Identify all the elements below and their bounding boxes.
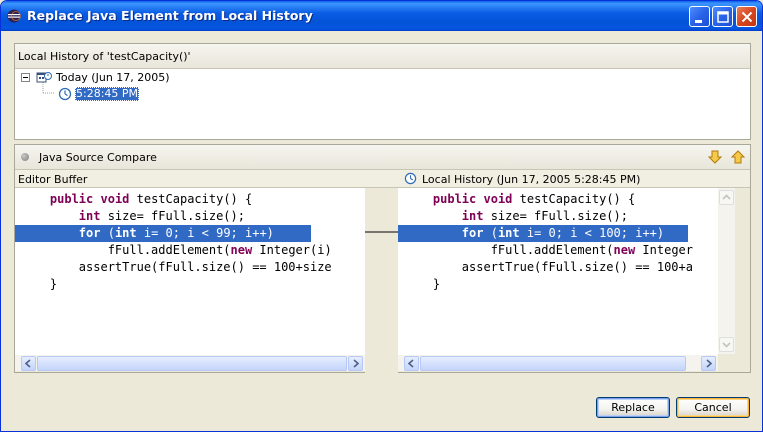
scroll-thumb[interactable] xyxy=(37,356,347,371)
scroll-corner xyxy=(718,354,735,371)
scroll-right-button[interactable] xyxy=(348,356,363,371)
editor-buffer-pane[interactable]: public void testCapacity() { int size= f… xyxy=(15,188,365,354)
window-title: Replace Java Element from Local History xyxy=(27,8,313,23)
local-history-panel: Local History of 'testCapacity()' Today xyxy=(14,43,751,140)
left-code-line: } xyxy=(21,277,58,291)
diff-connector-line xyxy=(365,231,398,233)
left-code-line: fFull.addElement(new Integer(i) xyxy=(21,243,332,257)
changed-line-highlight: for (int i= 0; i < 100; i++) xyxy=(398,225,688,242)
maximize-button[interactable] xyxy=(712,6,733,27)
diff-connector-column xyxy=(365,170,398,373)
right-vertical-scrollbar[interactable] xyxy=(718,188,735,354)
tree-item-selected-entry[interactable]: 5:28:45 PM xyxy=(75,87,140,101)
previous-difference-icon[interactable] xyxy=(730,149,746,165)
tree-item-today[interactable]: Today (Jun 17, 2005) xyxy=(56,71,170,84)
clock-icon xyxy=(404,172,417,188)
scroll-up-button[interactable] xyxy=(719,190,734,205)
scroll-left-button[interactable] xyxy=(404,356,419,371)
local-history-version-header: Local History (Jun 17, 2005 5:28:45 PM) xyxy=(398,170,750,188)
compare-title: Java Source Compare xyxy=(39,151,157,164)
dialog-window: Replace Java Element from Local History … xyxy=(0,0,763,432)
right-code-line: public void testCapacity() { xyxy=(432,192,636,206)
left-horizontal-scrollbar[interactable] xyxy=(15,354,365,371)
editor-buffer-label: Editor Buffer xyxy=(18,173,88,186)
left-code-line: for (int i= 0; i < 99; i++) xyxy=(78,226,274,240)
right-horizontal-scrollbar[interactable] xyxy=(398,354,718,371)
left-code-line: int size= fFull.size(); xyxy=(78,209,245,223)
right-code-line: } xyxy=(404,277,441,291)
replace-button[interactable]: Replace xyxy=(596,397,670,418)
next-difference-icon[interactable] xyxy=(707,149,723,165)
minimize-button[interactable] xyxy=(689,6,710,27)
close-button[interactable] xyxy=(736,6,757,27)
scroll-right-button[interactable] xyxy=(701,356,716,371)
right-code-line: for (int i= 0; i < 100; i++) xyxy=(461,226,665,240)
calendar-icon xyxy=(36,70,52,87)
scroll-left-button[interactable] xyxy=(21,356,36,371)
right-code-line: assertTrue(fFull.size() == 100+a xyxy=(404,260,693,274)
left-code-line: public void testCapacity() { xyxy=(49,192,253,206)
left-code-line: assertTrue(fFull.size() == 100+size xyxy=(21,260,332,274)
compare-status-icon xyxy=(21,153,29,161)
clock-icon xyxy=(58,87,72,104)
right-code-line: fFull.addElement(new Integer xyxy=(404,243,693,257)
cancel-button[interactable]: Cancel xyxy=(676,397,750,418)
local-history-tree[interactable]: Today (Jun 17, 2005) 5:28:45 PM xyxy=(15,69,750,139)
right-code-line: int size= fFull.size(); xyxy=(461,209,628,223)
local-history-pane[interactable]: public void testCapacity() { int size= f… xyxy=(398,188,718,354)
scroll-thumb[interactable] xyxy=(420,356,686,371)
collapse-toggle[interactable] xyxy=(21,73,30,82)
local-history-title: Local History of 'testCapacity()' xyxy=(18,50,191,63)
local-history-version-label: Local History (Jun 17, 2005 5:28:45 PM) xyxy=(422,173,641,186)
editor-buffer-header: Editor Buffer xyxy=(15,170,365,188)
scroll-down-button[interactable] xyxy=(719,337,734,352)
title-bar[interactable]: Replace Java Element from Local History xyxy=(1,1,762,31)
changed-line-highlight: for (int i= 0; i < 99; i++) xyxy=(15,225,311,242)
local-history-header: Local History of 'testCapacity()' xyxy=(15,44,750,69)
eclipse-logo-icon xyxy=(7,9,21,23)
compare-header: Java Source Compare xyxy=(15,145,750,170)
java-source-compare-panel: Java Source Compare Editor Buffer Local … xyxy=(14,144,751,373)
